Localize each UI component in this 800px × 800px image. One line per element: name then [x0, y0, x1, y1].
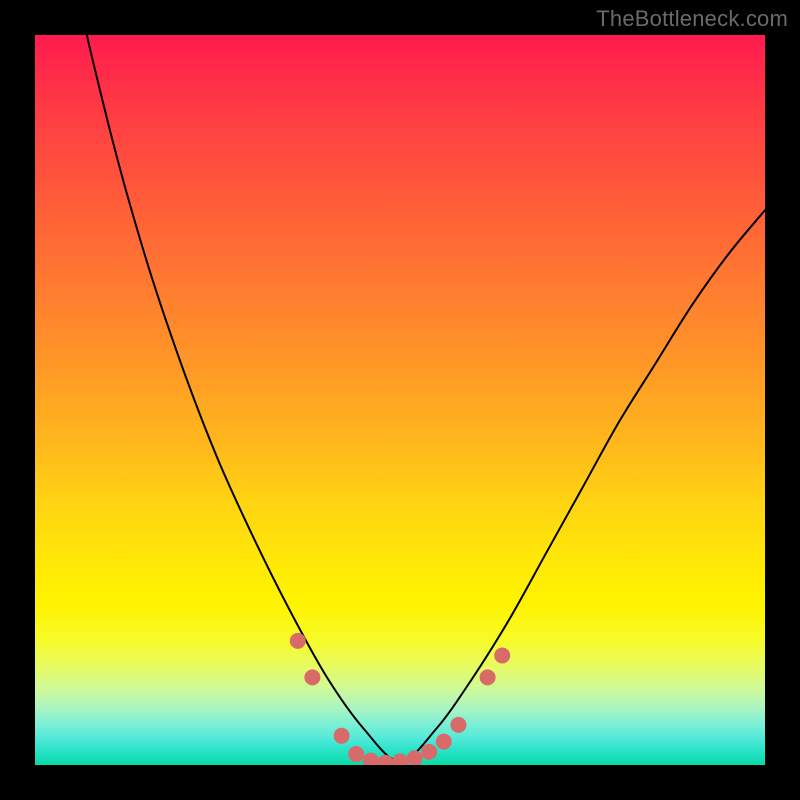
chart-svg — [35, 35, 765, 765]
data-marker — [480, 669, 496, 685]
plot-area — [35, 35, 765, 765]
data-marker — [421, 744, 437, 760]
bottleneck-curve — [35, 35, 765, 761]
data-marker — [392, 753, 408, 765]
data-marker — [407, 750, 423, 765]
marker-group — [290, 633, 510, 765]
data-marker — [450, 717, 466, 733]
data-marker — [290, 633, 306, 649]
watermark-label: TheBottleneck.com — [596, 6, 788, 32]
chart-frame: TheBottleneck.com — [0, 0, 800, 800]
data-marker — [363, 753, 379, 765]
data-marker — [494, 648, 510, 664]
data-marker — [377, 755, 393, 765]
data-marker — [436, 734, 452, 750]
data-marker — [348, 746, 364, 762]
data-marker — [334, 728, 350, 744]
data-marker — [304, 669, 320, 685]
